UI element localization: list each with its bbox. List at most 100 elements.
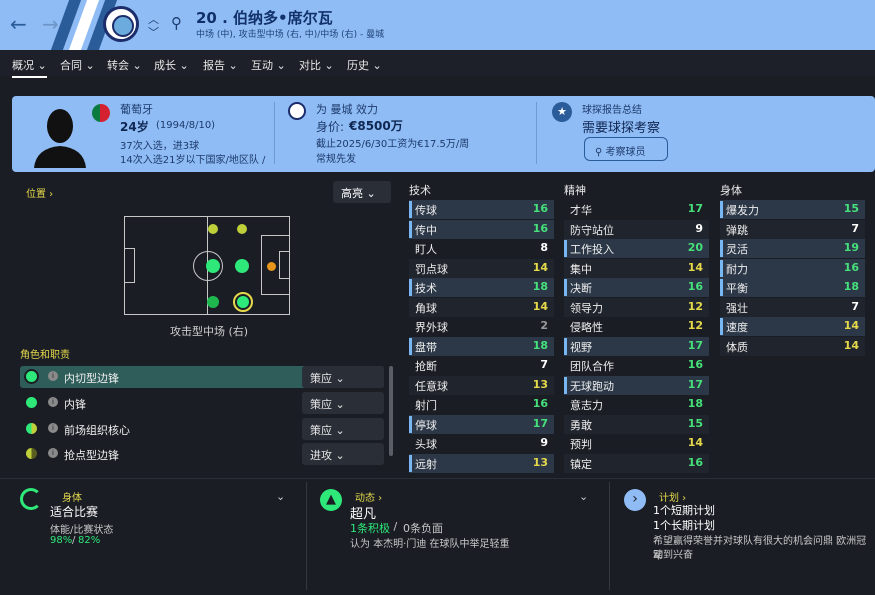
position-pitch bbox=[124, 216, 290, 315]
tab-history[interactable]: 历史 ⌄ bbox=[347, 57, 382, 73]
role-row-advanced-playmaker[interactable]: i 前场组织核心 策应 ⌄ bbox=[20, 418, 384, 440]
birth-date: (1994/8/10) bbox=[156, 120, 216, 131]
scout-player-button[interactable]: ⚲ 考察球员 bbox=[584, 137, 668, 161]
tab-label: 成长 bbox=[154, 59, 176, 72]
player-header: ← → ︿ ﹀ ⚲ 20 . 伯纳多•席尔瓦 中场 (中), 攻击型中场 (右,… bbox=[0, 0, 875, 50]
back-arrow-icon[interactable]: ← bbox=[10, 12, 27, 36]
key-attribute-marker bbox=[564, 376, 567, 394]
attribute-row: 盯人 8 bbox=[409, 239, 554, 258]
club-crest-icon bbox=[288, 102, 306, 120]
attribute-row: 团队合作 16 bbox=[564, 356, 709, 375]
highlight-dropdown[interactable]: 高亮 ⌄ bbox=[333, 181, 391, 203]
chevron-down-icon[interactable]: ⌄ bbox=[579, 490, 588, 503]
attribute-row: 才华 17 bbox=[564, 200, 709, 219]
role-row-inside-forward[interactable]: i 内切型边锋 策应 ⌄ bbox=[20, 366, 384, 388]
contract-info: 截止2025/6/30工资为€17.5万/周 bbox=[316, 139, 470, 150]
attribute-name: 弹跳 bbox=[726, 223, 748, 237]
position-link[interactable]: 位置 › bbox=[26, 185, 53, 200]
attribute-name: 平衡 bbox=[726, 282, 748, 295]
attribute-name: 强壮 bbox=[726, 301, 748, 315]
attribute-row: 侵略性 12 bbox=[564, 317, 709, 336]
attribute-name: 停球 bbox=[415, 418, 437, 432]
player-title: 20 . 伯纳多•席尔瓦 bbox=[196, 9, 333, 27]
positive-count[interactable]: 1条积极 bbox=[350, 520, 390, 536]
tab-label: 概况 bbox=[12, 59, 34, 72]
duty-dropdown[interactable]: 策应 ⌄ bbox=[302, 366, 384, 388]
club-crest-icon[interactable] bbox=[103, 6, 139, 42]
attribute-value: 16 bbox=[532, 221, 548, 235]
morale-link[interactable]: 动态 › bbox=[355, 489, 382, 504]
attribute-value: 16 bbox=[687, 358, 703, 371]
key-attribute-marker bbox=[409, 337, 412, 355]
attribute-row: 传球 16 bbox=[409, 200, 554, 219]
duty-dropdown[interactable]: 策应 ⌄ bbox=[302, 418, 384, 440]
morale-separator: / bbox=[390, 520, 401, 533]
tab-overview[interactable]: 概况 ⌄ bbox=[12, 57, 47, 78]
role-row-inside-forward-2[interactable]: i 内锋 策应 ⌄ bbox=[20, 392, 384, 414]
attribute-value: 7 bbox=[851, 221, 859, 235]
attribute-row: 强壮 7 bbox=[720, 297, 865, 317]
fitness-slash: / bbox=[72, 535, 76, 546]
duty-dropdown[interactable]: 策应 ⌄ bbox=[302, 392, 384, 414]
role-rating-icon bbox=[24, 395, 39, 410]
attribute-row: 意志力 18 bbox=[564, 395, 709, 414]
profile-card: 葡萄牙 24岁 (1994/8/10) 37次入选，进3球 14次入选21岁以下… bbox=[12, 96, 875, 172]
search-icon[interactable]: ⚲ bbox=[171, 14, 182, 32]
forward-arrow-icon[interactable]: → bbox=[42, 12, 59, 36]
attribute-value: 16 bbox=[843, 260, 859, 274]
duty-dropdown[interactable]: 进攻 ⌄ bbox=[302, 443, 384, 465]
attribute-row: 防守站位 9 bbox=[564, 219, 709, 239]
roles-scrollbar[interactable] bbox=[389, 366, 393, 456]
physical-title: 身体 bbox=[720, 184, 742, 197]
role-row-raumdeuter[interactable]: i 抢点型边锋 进攻 ⌄ bbox=[20, 443, 384, 471]
negative-count[interactable]: 0条负面 bbox=[403, 520, 443, 536]
attribute-name: 镇定 bbox=[570, 457, 592, 471]
key-attribute-marker bbox=[564, 279, 567, 296]
tab-contract[interactable]: 合同 ⌄ bbox=[60, 57, 95, 73]
tab-label: 合同 bbox=[60, 59, 82, 72]
info-icon[interactable]: i bbox=[48, 371, 58, 381]
attribute-row: 体质 14 bbox=[720, 336, 865, 356]
attribute-row: 角球 14 bbox=[409, 297, 554, 317]
info-icon[interactable]: i bbox=[48, 423, 58, 433]
tab-development[interactable]: 成长 ⌄ bbox=[154, 57, 189, 73]
short-term-plan: 1个短期计划 bbox=[653, 504, 715, 517]
attribute-row: 视野 17 bbox=[564, 336, 709, 356]
tab-reports[interactable]: 报告 ⌄ bbox=[203, 57, 238, 73]
mental-title: 精神 bbox=[564, 184, 586, 197]
attribute-name: 决断 bbox=[570, 282, 592, 295]
attribute-row: 灵活 19 bbox=[720, 239, 865, 258]
key-attribute-marker bbox=[409, 220, 412, 238]
goal-area-right bbox=[279, 251, 289, 279]
attribute-value: 16 bbox=[532, 202, 548, 215]
tab-compare[interactable]: 对比 ⌄ bbox=[299, 57, 334, 73]
attribute-row: 传中 16 bbox=[409, 219, 554, 239]
attribute-value: 14 bbox=[843, 319, 859, 332]
attribute-value: 9 bbox=[695, 221, 703, 235]
info-icon[interactable]: i bbox=[48, 448, 58, 458]
attribute-value: 16 bbox=[687, 455, 703, 469]
attribute-name: 头球 bbox=[415, 438, 437, 451]
role-rating-icon bbox=[24, 421, 39, 436]
attribute-value: 16 bbox=[687, 280, 703, 293]
info-icon[interactable]: i bbox=[48, 397, 58, 407]
chevron-down-icon[interactable]: ﹀ bbox=[148, 24, 159, 40]
fitness-ring-icon bbox=[20, 488, 42, 510]
divider bbox=[609, 482, 610, 590]
attribute-name: 抢断 bbox=[415, 360, 437, 373]
attribute-value: 15 bbox=[843, 202, 859, 215]
tab-label: 对比 bbox=[299, 59, 321, 72]
attribute-value: 14 bbox=[843, 338, 859, 352]
tab-transfer[interactable]: 转会 ⌄ bbox=[107, 57, 142, 73]
duty-value: 策应 bbox=[310, 424, 332, 437]
tab-interaction[interactable]: 互动 ⌄ bbox=[251, 57, 286, 73]
chevron-down-icon[interactable]: ⌄ bbox=[276, 490, 285, 503]
attribute-row: 界外球 2 bbox=[409, 317, 554, 336]
position-dot bbox=[237, 224, 247, 234]
role-name: 内锋 bbox=[64, 398, 86, 411]
nationality: 葡萄牙 bbox=[120, 103, 153, 116]
divider bbox=[274, 102, 275, 164]
attribute-value: 2 bbox=[540, 319, 548, 332]
attribute-name: 盯人 bbox=[415, 243, 437, 256]
attribute-row: 停球 17 bbox=[409, 414, 554, 434]
